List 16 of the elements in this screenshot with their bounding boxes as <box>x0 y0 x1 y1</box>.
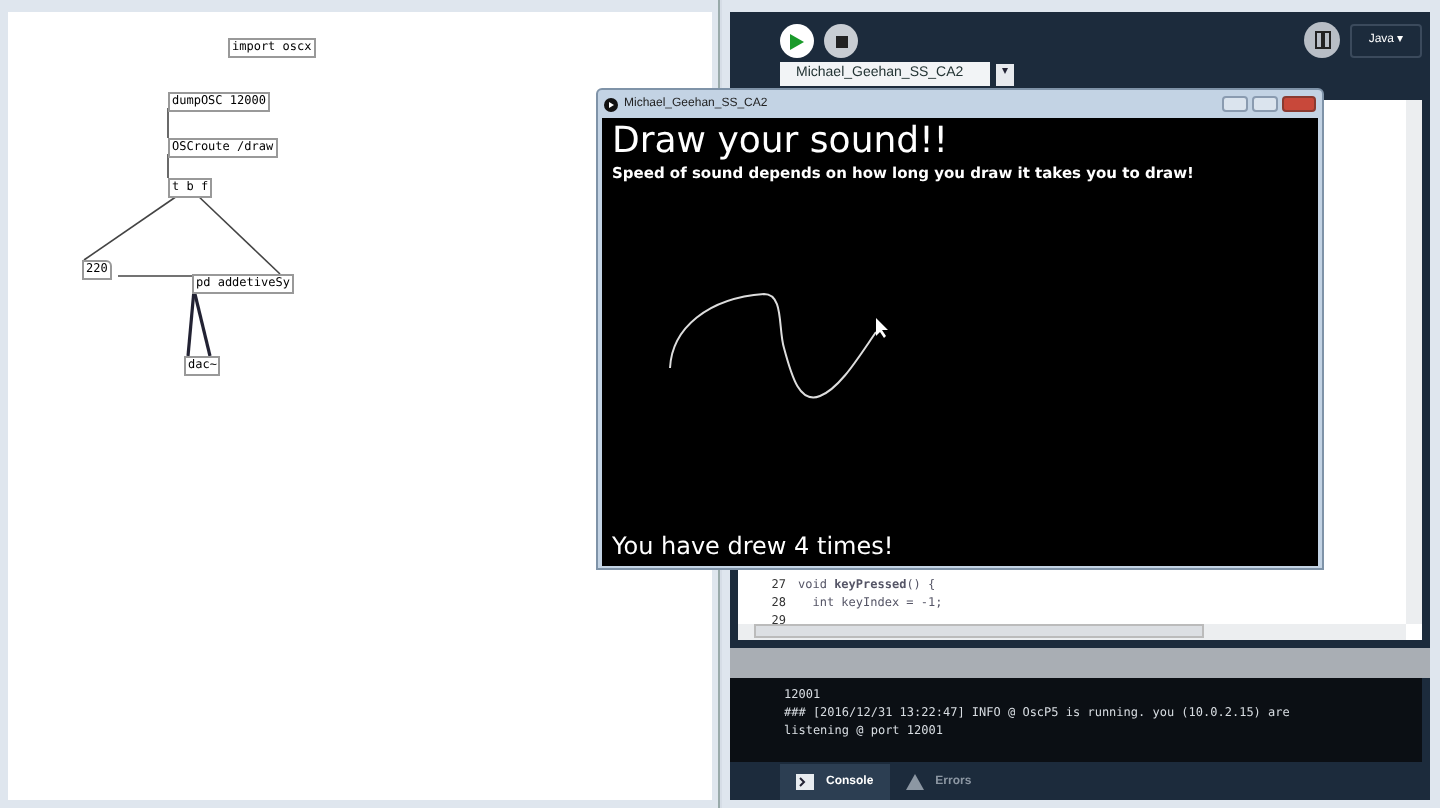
minimize-button[interactable] <box>1222 96 1248 112</box>
app-icon <box>604 97 618 111</box>
horizontal-scrollbar[interactable] <box>738 624 1406 640</box>
close-button[interactable] <box>1282 96 1316 112</box>
stop-icon <box>835 35 847 47</box>
patch-cord <box>83 193 181 261</box>
stop-button[interactable] <box>824 24 858 58</box>
warning-icon <box>905 774 924 790</box>
pointer-icon <box>876 318 890 338</box>
terminal-icon <box>796 774 814 790</box>
maximize-button[interactable] <box>1252 96 1278 112</box>
sketch-heading: Draw your sound!! <box>612 122 948 162</box>
run-button[interactable] <box>780 24 814 58</box>
debug-button[interactable] <box>1304 22 1340 58</box>
play-icon <box>790 33 804 49</box>
draw-count-text: You have drew 4 times! <box>612 530 894 564</box>
